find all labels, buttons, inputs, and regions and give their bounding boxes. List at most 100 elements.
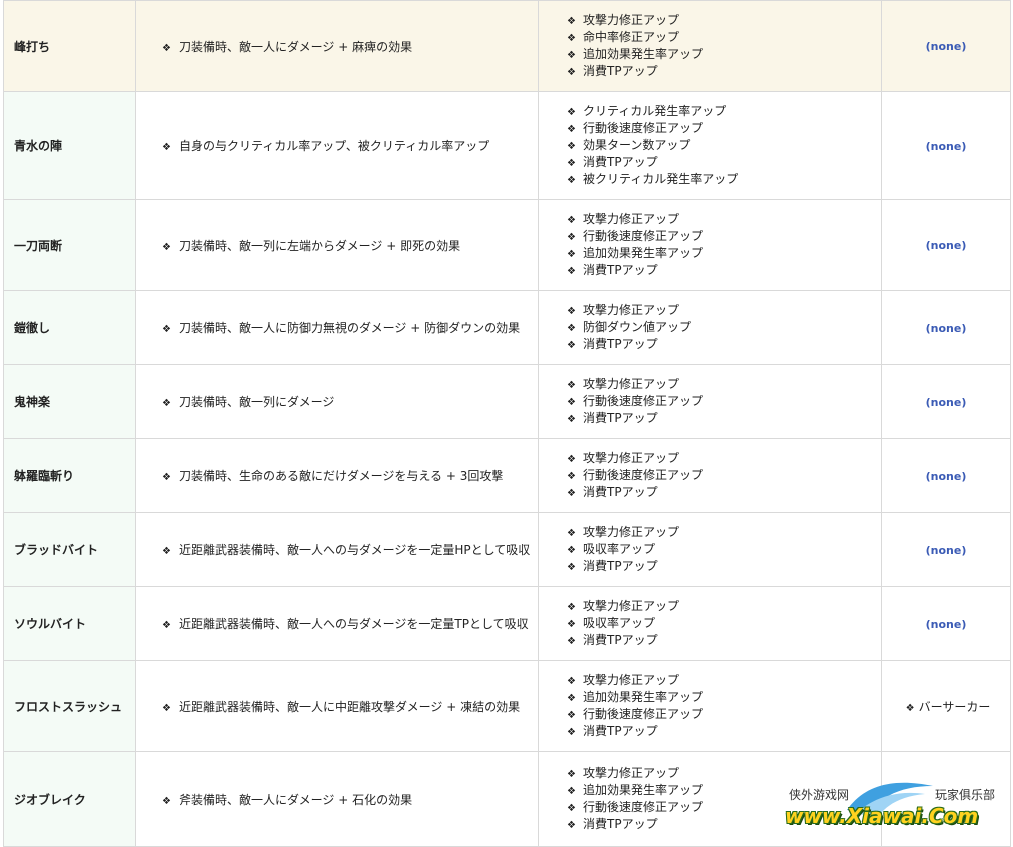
skill-description: 刀装備時、生命のある敵にだけダメージを与える + 3回攻撃 [179, 469, 504, 483]
skill-name: 峰打ち [3, 0, 136, 92]
modifier-item: ❖ 攻撃力修正アップ [567, 672, 881, 689]
bullet-icon: ❖ [567, 710, 576, 721]
bullet-icon: ❖ [567, 414, 576, 425]
bullet-icon: ❖ [567, 769, 576, 780]
bullet-icon: ❖ [162, 795, 171, 807]
modifier-text: 行動後速度修正アップ [583, 707, 704, 721]
skill-modifiers-cell: ❖ 攻撃力修正アップ ❖ 行動後速度修正アップ ❖ 消費TPアップ [538, 438, 882, 513]
bullet-icon: ❖ [567, 33, 576, 44]
modifier-item: ❖ 効果ターン数アップ [567, 137, 881, 154]
skill-row: フロストスラッシュ ❖ 近距離武器装備時、敵一人に中距離攻撃ダメージ + 凍結の効果… [3, 660, 1011, 752]
skill-description: 自身の与クリティカル率アップ、被クリティカル率アップ [179, 139, 490, 153]
bullet-icon: ❖ [567, 545, 576, 556]
skill-modifiers-cell: ❖ 攻撃力修正アップ ❖ 命中率修正アップ ❖ 追加効果発生率アップ ❖ 消費TPアップ [538, 0, 882, 92]
modifier-text: 攻撃力修正アップ [583, 451, 680, 465]
bullet-icon: ❖ [567, 232, 576, 243]
skill-description: 刀装備時、敵一人にダメージ + 麻痺の効果 [179, 39, 413, 54]
bullet-icon: ❖ [162, 398, 171, 409]
bullet-icon: ❖ [567, 266, 576, 277]
skill-row: ソウルバイト ❖ 近距離武器装備時、敵一人への与ダメージを一定量TPとして吸収 ❖ 攻撃… [3, 586, 1011, 661]
modifier-item: ❖ 被クリティカル発生率アップ [567, 171, 881, 188]
modifier-text: 攻撃力修正アップ [583, 212, 680, 226]
skill-description: 刀装備時、敵一列に左端からダメージ + 即死の効果 [179, 238, 461, 253]
bullet-icon: ❖ [567, 215, 576, 226]
modifier-text: 攻撃力修正アップ [583, 303, 680, 317]
modifier-text: 消費TPアップ [583, 64, 658, 78]
modifier-text: 消費TPアップ [583, 559, 658, 573]
modifier-list: ❖ 攻撃力修正アップ ❖ 行動後速度修正アップ ❖ 消費TPアップ [567, 376, 881, 427]
watermark-club-name: 玩家俱乐部 [935, 788, 996, 802]
skill-name: 鎧徹し [3, 290, 136, 365]
skill-modifiers-cell: ❖ 攻撃力修正アップ ❖ 追加効果発生率アップ ❖ 行動後速度修正アップ ❖ 消費TPアップ [538, 660, 882, 752]
skill-row: 青水の陣 ❖ 自身の与クリティカル率アップ、被クリティカル率アップ ❖ クリティカル発生… [3, 91, 1011, 200]
bullet-icon: ❖ [567, 249, 576, 260]
bullet-icon: ❖ [567, 340, 576, 351]
skill-description-cell: ❖ 刀装備時、敵一人にダメージ + 麻痺の効果 [135, 0, 539, 92]
modifier-text: 攻撃力修正アップ [583, 377, 680, 391]
class-none: (none) [925, 469, 967, 483]
modifier-item: ❖ 行動後速度修正アップ [567, 228, 881, 245]
skill-description-cell: ❖ 近距離武器装備時、敵一人への与ダメージを一定量TPとして吸収 [135, 586, 539, 661]
skill-description: 近距離武器装備時、敵一人に中距離攻撃ダメージ + 凍結の効果 [179, 699, 521, 714]
modifier-item: ❖ 吸収率アップ [567, 541, 881, 558]
modifier-text: 追加効果発生率アップ [583, 690, 704, 704]
bullet-icon: ❖ [567, 562, 576, 573]
bullet-icon: ❖ [567, 175, 576, 186]
bullet-icon: ❖ [567, 380, 576, 391]
modifier-item: ❖ 行動後速度修正アップ [567, 467, 881, 484]
bullet-icon: ❖ [162, 702, 171, 714]
modifier-text: 攻撃力修正アップ [583, 599, 680, 613]
skill-row: 鬼神楽 ❖ 刀装備時、敵一列にダメージ ❖ 攻撃力修正アップ ❖ 行動後速度修正アップ ❖ 消費… [3, 364, 1011, 439]
bullet-icon: ❖ [567, 636, 576, 647]
modifier-list: ❖ 攻撃力修正アップ ❖ 防御ダウン値アップ ❖ 消費TPアップ [567, 302, 881, 353]
modifier-item: ❖ 消費TPアップ [567, 410, 881, 427]
bullet-icon: ❖ [567, 693, 576, 704]
skill-description: 斧装備時、敵一人にダメージ + 石化の効果 [179, 792, 413, 807]
skill-row: ブラッドバイト ❖ 近距離武器装備時、敵一人への与ダメージを一定量HPとして吸収 ❖ 攻… [3, 512, 1011, 587]
modifier-item: ❖ 攻撃力修正アップ [567, 598, 881, 615]
bullet-icon: ❖ [567, 306, 576, 317]
modifier-item: ❖ 消費TPアップ [567, 154, 881, 171]
bullet-icon: ❖ [162, 42, 171, 54]
skill-name: フロストスラッシュ [3, 660, 136, 752]
bullet-icon: ❖ [567, 107, 576, 118]
bullet-icon: ❖ [567, 602, 576, 613]
watermark-logo-text: www.Xiawai.Com [785, 804, 979, 828]
bullet-icon: ❖ [567, 67, 576, 78]
skill-modifiers-cell: ❖ 攻撃力修正アップ ❖ 吸収率アップ ❖ 消費TPアップ [538, 586, 882, 661]
bullet-icon: ❖ [162, 472, 171, 483]
bullet-icon: ❖ [567, 158, 576, 169]
modifier-text: 効果ターン数アップ [583, 138, 691, 152]
bullet-icon: ❖ [567, 803, 576, 814]
class-none: (none) [925, 395, 967, 409]
modifier-list: ❖ 攻撃力修正アップ ❖ 追加効果発生率アップ ❖ 行動後速度修正アップ ❖ 消費TPアップ [567, 672, 881, 740]
skill-class-cell: (none) [881, 91, 1011, 200]
modifier-item: ❖ 行動後速度修正アップ [567, 706, 881, 723]
modifier-item: ❖ 追加効果発生率アップ [567, 689, 881, 706]
bullet-icon: ❖ [162, 324, 171, 335]
class-none: (none) [925, 139, 967, 153]
bullet-icon: ❖ [905, 702, 915, 714]
bullet-icon: ❖ [162, 241, 171, 253]
skill-modifiers-cell: ❖ 攻撃力修正アップ ❖ 行動後速度修正アップ ❖ 消費TPアップ [538, 364, 882, 439]
skill-row: 一刀両断 ❖ 刀装備時、敵一列に左端からダメージ + 即死の効果 ❖ 攻撃力修正アップ ❖… [3, 199, 1011, 291]
modifier-item: ❖ 防御ダウン値アップ [567, 319, 881, 336]
skill-table: 峰打ち ❖ 刀装備時、敵一人にダメージ + 麻痺の効果 ❖ 攻撃力修正アップ ❖ 命中率修正… [3, 0, 1011, 847]
skill-name: 青水の陣 [3, 91, 136, 200]
skill-row: 峰打ち ❖ 刀装備時、敵一人にダメージ + 麻痺の効果 ❖ 攻撃力修正アップ ❖ 命中率修正… [3, 0, 1011, 92]
modifier-item: ❖ 攻撃力修正アップ [567, 450, 881, 467]
skill-class-cell: ❖ バーサーカー [881, 660, 1011, 752]
modifier-text: クリティカル発生率アップ [583, 104, 727, 118]
modifier-text: 攻撃力修正アップ [583, 673, 680, 687]
skill-name: ソウルバイト [3, 586, 136, 661]
modifier-item: ❖ 消費TPアップ [567, 262, 881, 279]
skill-name: ジオブレイク [3, 751, 136, 847]
skill-modifiers-cell: ❖ 攻撃力修正アップ ❖ 防御ダウン値アップ ❖ 消費TPアップ [538, 290, 882, 365]
modifier-item: ❖ 命中率修正アップ [567, 29, 881, 46]
bullet-icon: ❖ [567, 124, 576, 135]
bullet-icon: ❖ [567, 727, 576, 738]
skill-description: 刀装備時、敵一列にダメージ [179, 395, 335, 409]
skill-description-cell: ❖ 近距離武器装備時、敵一人に中距離攻撃ダメージ + 凍結の効果 [135, 660, 539, 752]
modifier-text: 攻撃力修正アップ [583, 13, 680, 27]
modifier-text: 被クリティカル発生率アップ [583, 172, 739, 186]
